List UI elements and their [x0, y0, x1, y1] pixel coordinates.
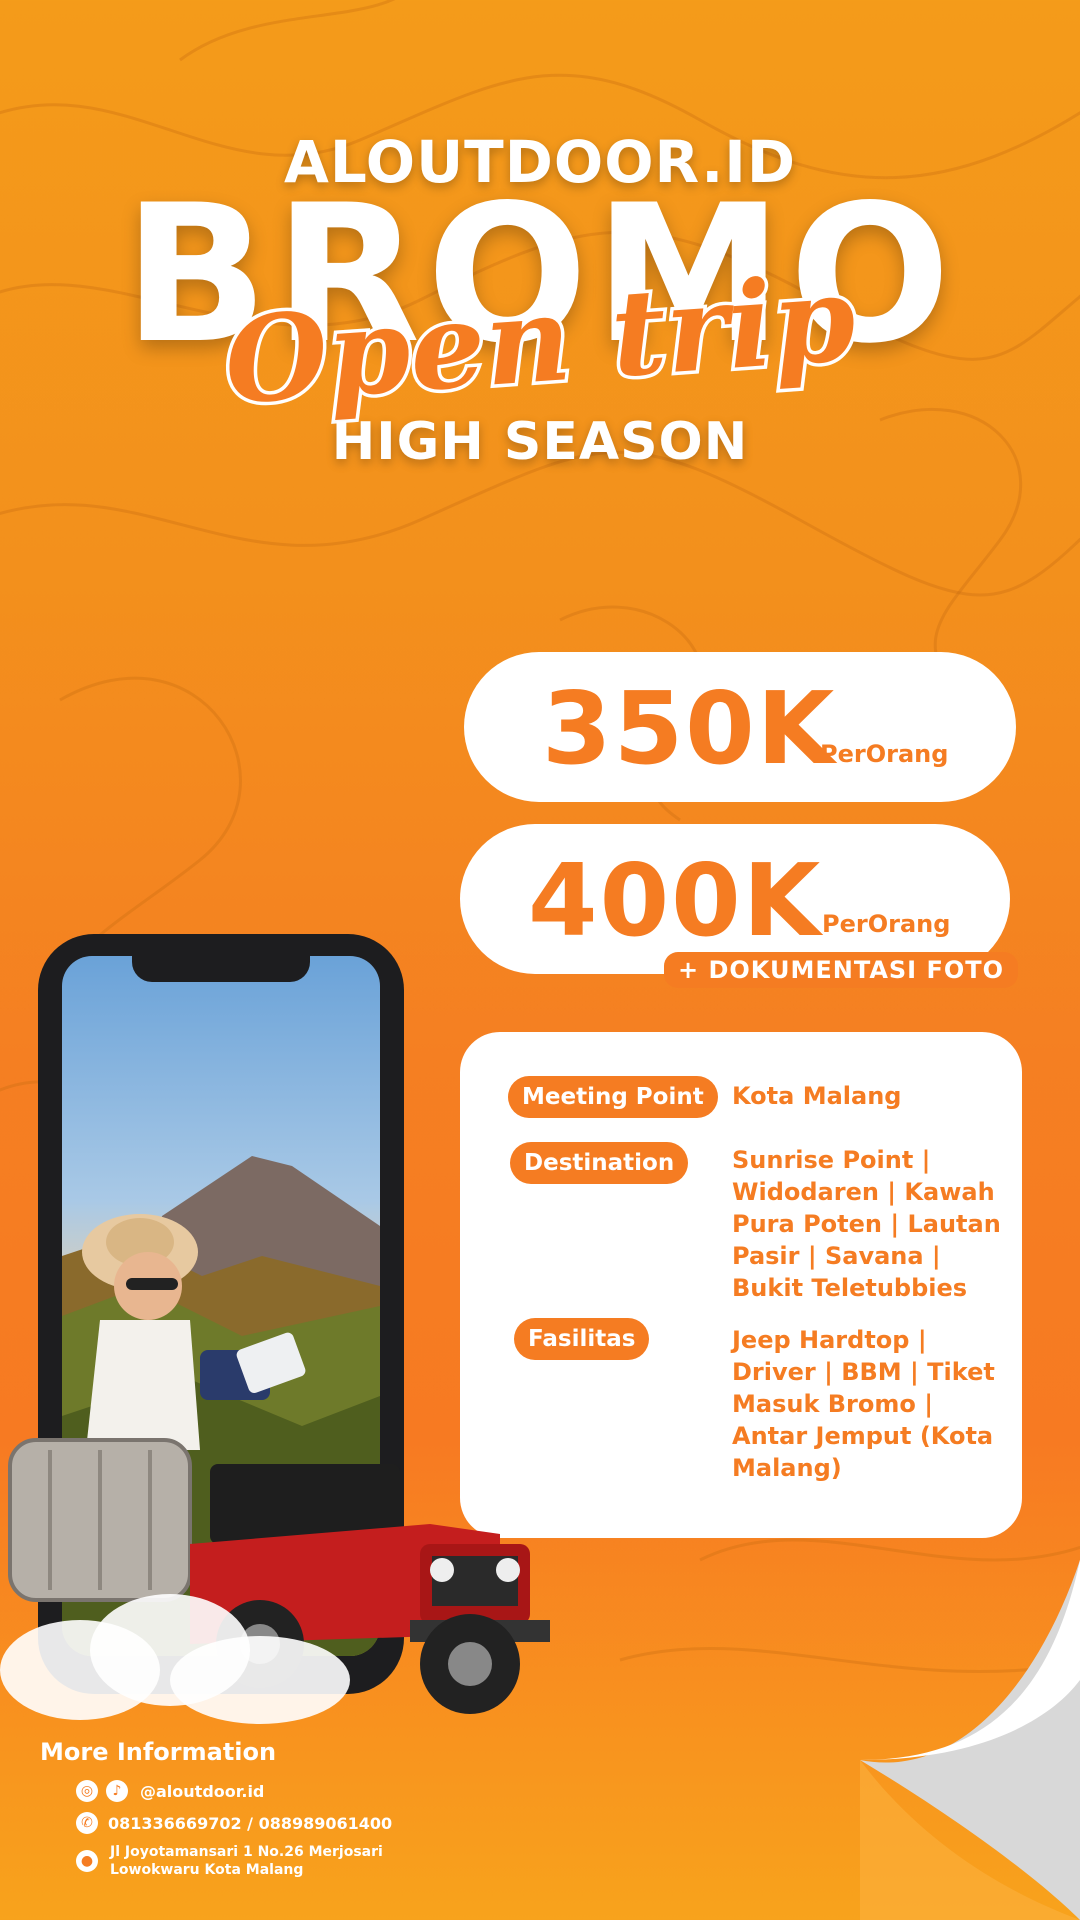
page-curl-decoration — [860, 1560, 1080, 1920]
meeting-point-label: Meeting Point — [508, 1076, 718, 1118]
season-subtitle: HIGH SEASON — [331, 412, 749, 472]
location-pin-icon: ● — [76, 1850, 98, 1872]
destination-label: Destination — [510, 1142, 689, 1184]
price-amount: 400K — [528, 842, 823, 959]
address-line-1: Jl Joyotamansari 1 No.26 Merjosari — [110, 1844, 383, 1860]
phone-numbers[interactable]: 081336669702 / 088989061400 — [108, 1814, 392, 1833]
price-unit: PerOrang — [820, 740, 949, 768]
phone-notch — [132, 956, 310, 982]
meeting-point-value: Kota Malang — [732, 1082, 902, 1110]
address-line-2: Lowokwaru Kota Malang — [110, 1862, 304, 1878]
tiktok-icon[interactable]: ♪ — [106, 1780, 128, 1802]
whatsapp-icon[interactable]: ✆ — [76, 1812, 98, 1834]
destination-value: Sunrise Point | Widodaren | Kawah Pura P… — [732, 1146, 1001, 1302]
social-handle[interactable]: @aloutdoor.id — [140, 1782, 264, 1801]
price-card-basic: 350K PerOrang — [464, 652, 1016, 802]
more-information-heading: More Information — [40, 1738, 277, 1766]
price-amount: 350K — [542, 670, 837, 787]
cloud-decoration — [0, 1594, 350, 1724]
instagram-icon[interactable]: ◎ — [76, 1780, 98, 1802]
price-unit: PerOrang — [822, 910, 951, 938]
documentation-badge: + DOKUMENTASI FOTO — [664, 952, 1019, 988]
facilities-label: Fasilitas — [514, 1318, 650, 1360]
facilities-value: Jeep Hardtop | Driver | BBM | Tiket Masu… — [732, 1326, 995, 1482]
